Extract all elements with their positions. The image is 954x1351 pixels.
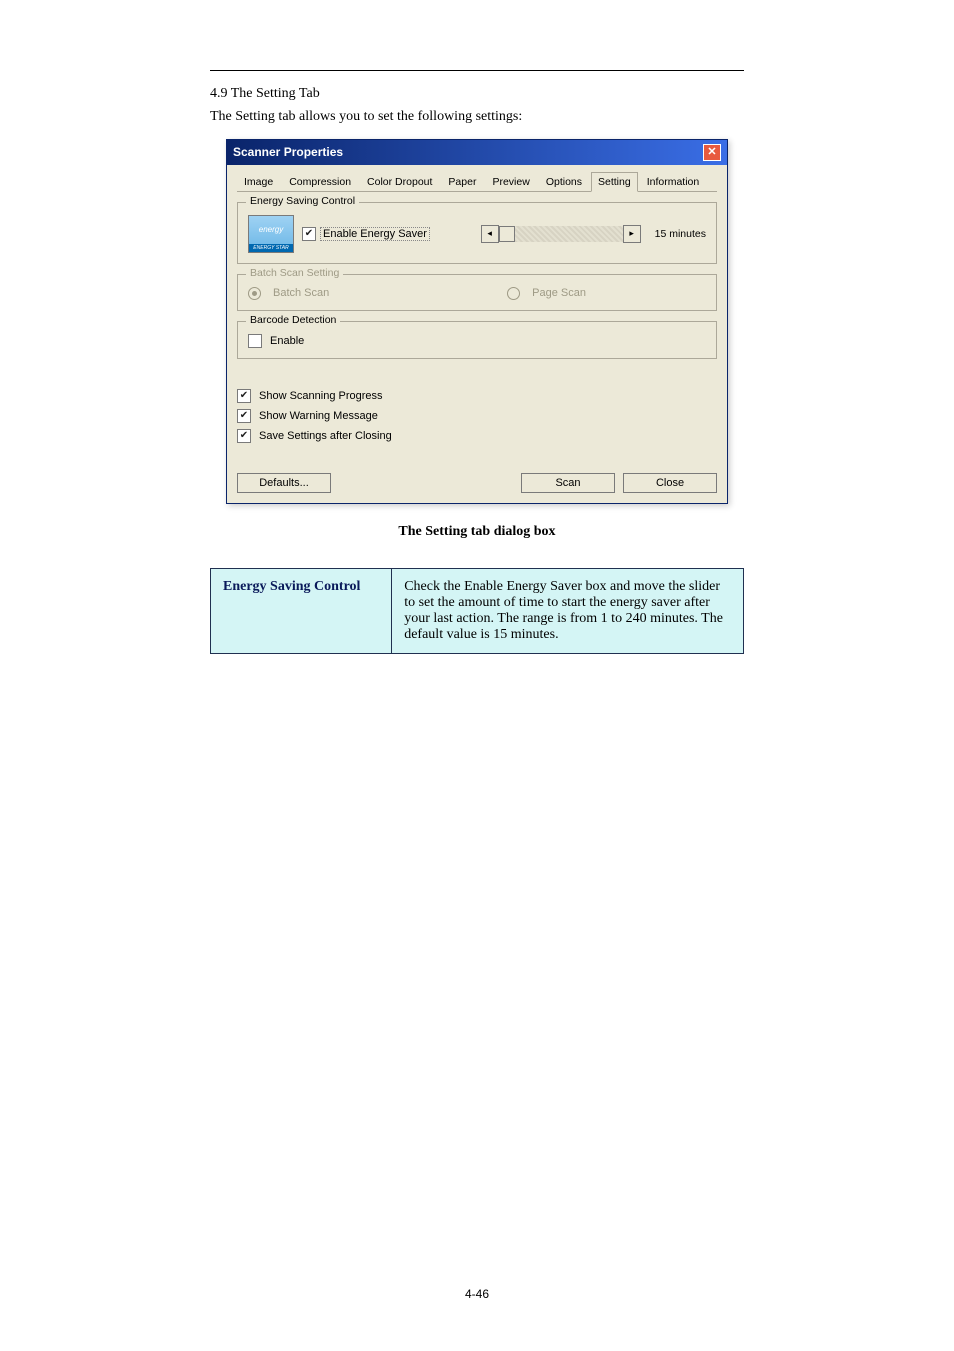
save-settings-checkbox[interactable]: ✔ [237, 429, 251, 443]
scan-button[interactable]: Scan [521, 473, 615, 493]
dialog-caption: The Setting tab dialog box [210, 524, 744, 540]
energy-saving-group: Energy Saving Control energy ENERGY STAR… [237, 202, 717, 264]
enable-energy-saver-label: Enable Energy Saver [320, 227, 430, 241]
enable-energy-saver-checkbox[interactable]: ✔ [302, 227, 316, 241]
table-row-desc: Check the Enable Energy Saver box and mo… [392, 568, 744, 653]
page-number: 4-46 [0, 1287, 954, 1301]
tab-compression[interactable]: Compression [282, 172, 358, 192]
batch-scan-group: Batch Scan Setting Batch Scan Page Scan [237, 274, 717, 311]
tab-paper[interactable]: Paper [441, 172, 483, 192]
show-scanning-progress-checkbox[interactable]: ✔ [237, 389, 251, 403]
scroll-right-icon[interactable]: ▸ [623, 225, 641, 243]
energy-minutes-label: 15 minutes [655, 228, 706, 240]
tab-color-dropout[interactable]: Color Dropout [360, 172, 439, 192]
show-warning-message-label: Show Warning Message [259, 410, 378, 422]
table-row-header: Energy Saving Control [211, 568, 392, 653]
barcode-legend: Barcode Detection [246, 314, 340, 326]
tab-image[interactable]: Image [237, 172, 280, 192]
energy-star-icon: energy ENERGY STAR [248, 215, 294, 253]
barcode-detection-group: Barcode Detection Enable [237, 321, 717, 359]
page-scan-radio [507, 287, 520, 300]
energy-legend: Energy Saving Control [246, 195, 359, 207]
settings-description-table: Energy Saving Control Check the Enable E… [210, 568, 744, 654]
batch-scan-radio [248, 287, 261, 300]
scroll-left-icon[interactable]: ◂ [481, 225, 499, 243]
slider-thumb[interactable] [499, 226, 515, 242]
titlebar: Scanner Properties ✕ [227, 140, 727, 165]
batch-legend: Batch Scan Setting [246, 267, 343, 279]
show-scanning-progress-label: Show Scanning Progress [259, 390, 383, 402]
section-body: The Setting tab allows you to set the fo… [210, 108, 744, 127]
tab-strip: Image Compression Color Dropout Paper Pr… [237, 171, 717, 192]
dialog-title: Scanner Properties [233, 145, 343, 159]
page-scan-label: Page Scan [532, 287, 586, 299]
scanner-properties-dialog: Scanner Properties ✕ Image Compression C… [226, 139, 728, 504]
close-icon[interactable]: ✕ [703, 144, 721, 161]
tab-preview[interactable]: Preview [485, 172, 536, 192]
save-settings-label: Save Settings after Closing [259, 430, 392, 442]
show-warning-message-checkbox[interactable]: ✔ [237, 409, 251, 423]
defaults-button[interactable]: Defaults... [237, 473, 331, 493]
close-button[interactable]: Close [623, 473, 717, 493]
barcode-enable-label: Enable [270, 335, 304, 347]
barcode-enable-checkbox[interactable] [248, 334, 262, 348]
tab-options[interactable]: Options [539, 172, 589, 192]
tab-information[interactable]: Information [640, 172, 707, 192]
section-title: 4.9 The Setting Tab [210, 86, 744, 102]
batch-scan-label: Batch Scan [273, 287, 329, 299]
energy-slider[interactable]: ◂ ▸ [481, 226, 641, 242]
tab-setting[interactable]: Setting [591, 172, 638, 192]
